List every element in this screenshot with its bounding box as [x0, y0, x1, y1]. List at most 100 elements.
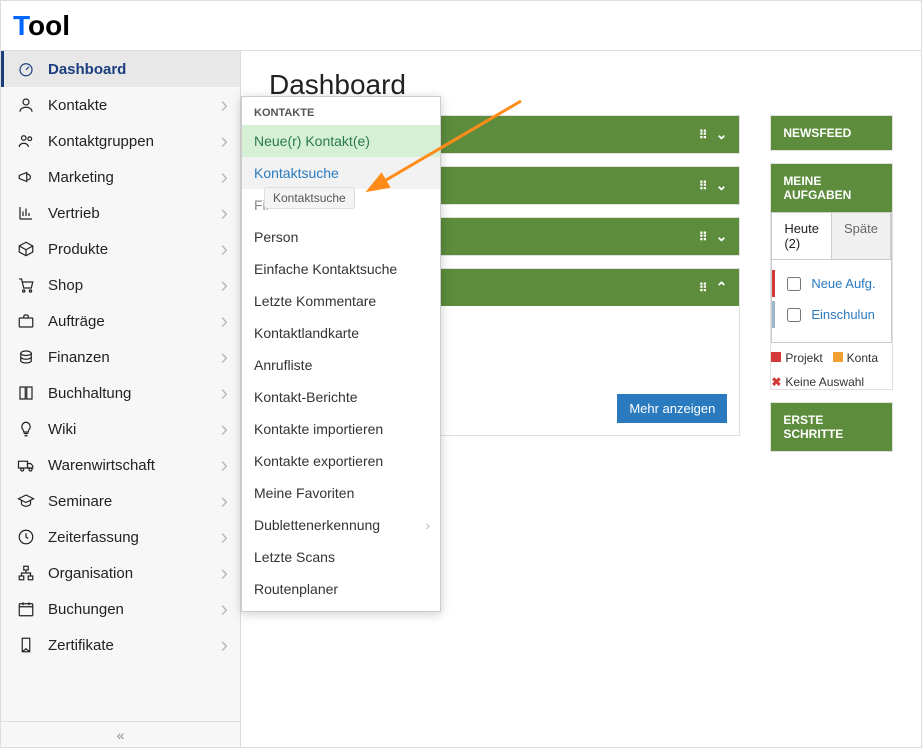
tab-heute[interactable]: Heute (2): [772, 213, 832, 259]
submenu-item[interactable]: Kontakt-Berichte: [242, 381, 440, 413]
sidebar-item-cart[interactable]: Shop›: [1, 267, 240, 303]
drag-handle-icon[interactable]: ⠿: [699, 230, 708, 244]
sidebar-item-dashboard[interactable]: Dashboard: [1, 51, 240, 87]
chevron-right-icon: ›: [221, 128, 228, 154]
chevron-right-icon: ›: [425, 517, 430, 533]
sidebar-item-user[interactable]: Kontakte›: [1, 87, 240, 123]
kontakte-submenu: KONTAKTE Neue(r) Kontakt(e)KontaktsucheF…: [241, 96, 441, 612]
submenu-item[interactable]: Anrufliste: [242, 349, 440, 381]
drag-handle-icon[interactable]: ⠿: [699, 179, 708, 193]
dashboard-icon: [16, 59, 36, 79]
sidebar-items: DashboardKontakte›Kontaktgruppen›Marketi…: [1, 51, 240, 721]
sidebar: DashboardKontakte›Kontaktgruppen›Marketi…: [1, 51, 241, 747]
submenu-item[interactable]: Kontakte exportieren: [242, 445, 440, 477]
submenu-item[interactable]: Letzte Kommentare: [242, 285, 440, 317]
sidebar-item-truck[interactable]: Warenwirtschaft›: [1, 447, 240, 483]
sidebar-item-label: Buchhaltung: [48, 385, 221, 402]
task-link[interactable]: Neue Aufg.: [811, 276, 875, 291]
aufgaben-header[interactable]: MEINE AUFGABEN: [771, 164, 892, 212]
tab-spaeter[interactable]: Späte: [832, 213, 891, 259]
tabs: Heute (2) Späte: [771, 212, 892, 259]
briefcase-icon: [16, 311, 36, 331]
sidebar-item-label: Kontaktgruppen: [48, 133, 221, 150]
sidebar-item-label: Produkte: [48, 241, 221, 258]
task-list: Neue Aufg. Einschulun: [771, 259, 892, 343]
sidebar-item-bulb[interactable]: Wiki›: [1, 411, 240, 447]
submenu-item[interactable]: Meine Favoriten: [242, 477, 440, 509]
bulb-icon: [16, 419, 36, 439]
submenu-item[interactable]: FirKontaktsuche: [242, 189, 440, 221]
task-item[interactable]: Einschulun: [772, 301, 891, 328]
erste-title: ERSTE SCHRITTE: [783, 413, 880, 441]
drag-handle-icon[interactable]: ⠿: [699, 281, 708, 295]
sidebar-item-grad[interactable]: Seminare›: [1, 483, 240, 519]
erste-header[interactable]: ERSTE SCHRITTE: [771, 403, 892, 451]
sidebar-item-label: Marketing: [48, 169, 221, 186]
sidebar-item-briefcase[interactable]: Aufträge›: [1, 303, 240, 339]
sidebar-item-chart[interactable]: Vertrieb›: [1, 195, 240, 231]
drag-handle-icon[interactable]: ⠿: [699, 128, 708, 142]
sidebar-item-diagram[interactable]: Organisation›: [1, 555, 240, 591]
submenu-item[interactable]: Letzte Scans: [242, 541, 440, 573]
aufgaben-panel: MEINE AUFGABEN Heute (2) Späte Neue Aufg…: [770, 163, 893, 390]
submenu-item[interactable]: Dublettenerkennung›: [242, 509, 440, 541]
sidebar-item-clock[interactable]: Zeiterfassung›: [1, 519, 240, 555]
logo: Tool: [13, 10, 70, 42]
coins-icon: [16, 347, 36, 367]
chevron-right-icon: ›: [221, 344, 228, 370]
sidebar-item-ribbon[interactable]: Zertifikate›: [1, 627, 240, 663]
erste-schritte-panel: ERSTE SCHRITTE: [770, 402, 893, 452]
sidebar-item-box[interactable]: Produkte›: [1, 231, 240, 267]
submenu-item[interactable]: Einfache Kontaktsuche: [242, 253, 440, 285]
submenu-item[interactable]: Kontaktsuche: [242, 157, 440, 189]
submenu-title: KONTAKTE: [242, 97, 440, 125]
box-icon: [16, 239, 36, 259]
sidebar-item-megaphone[interactable]: Marketing›: [1, 159, 240, 195]
sidebar-item-label: Zertifikate: [48, 637, 221, 654]
chevron-right-icon: ›: [221, 416, 228, 442]
mehr-anzeigen-button[interactable]: Mehr anzeigen: [617, 394, 727, 423]
logo-t: T: [13, 10, 28, 41]
sidebar-item-book[interactable]: Buchhaltung›: [1, 375, 240, 411]
chevron-right-icon: ›: [221, 272, 228, 298]
user-icon: [16, 95, 36, 115]
chevron-up-icon[interactable]: ⌃: [716, 279, 728, 296]
sidebar-item-label: Wiki: [48, 421, 221, 438]
logo-rest: ool: [28, 10, 70, 41]
chevron-right-icon: ›: [221, 452, 228, 478]
chevron-right-icon: ›: [221, 200, 228, 226]
submenu-item[interactable]: Kontakte importieren: [242, 413, 440, 445]
chevron-right-icon: ›: [221, 380, 228, 406]
sidebar-item-label: Vertrieb: [48, 205, 221, 222]
sidebar-item-calendar[interactable]: Buchungen›: [1, 591, 240, 627]
submenu-item[interactable]: Person: [242, 221, 440, 253]
chevron-down-icon[interactable]: ⌄: [716, 177, 728, 194]
sidebar-item-label: Zeiterfassung: [48, 529, 221, 546]
task-checkbox[interactable]: [787, 308, 801, 322]
clock-icon: [16, 527, 36, 547]
sidebar-item-coins[interactable]: Finanzen›: [1, 339, 240, 375]
submenu-item[interactable]: Kontaktlandkarte: [242, 317, 440, 349]
submenu-item[interactable]: Routenplaner: [242, 573, 440, 605]
submenu-item[interactable]: Neue(r) Kontakt(e): [242, 125, 440, 157]
legend: Projekt Konta ✖Keine Auswahl: [771, 351, 892, 389]
cart-icon: [16, 275, 36, 295]
chevron-right-icon: ›: [221, 632, 228, 658]
sidebar-item-users[interactable]: Kontaktgruppen›: [1, 123, 240, 159]
sidebar-item-label: Dashboard: [48, 61, 228, 78]
sidebar-item-label: Aufträge: [48, 313, 221, 330]
task-link[interactable]: Einschulun: [811, 307, 875, 322]
task-item[interactable]: Neue Aufg.: [772, 270, 891, 297]
grad-icon: [16, 491, 36, 511]
chevron-right-icon: ›: [221, 488, 228, 514]
chevron-down-icon[interactable]: ⌄: [716, 126, 728, 143]
newsfeed-header[interactable]: NEWSFEED: [771, 116, 892, 150]
calendar-icon: [16, 599, 36, 619]
chevron-right-icon: ›: [221, 560, 228, 586]
chevron-down-icon[interactable]: ⌄: [716, 228, 728, 245]
legend-projekt: Projekt: [771, 351, 822, 365]
sidebar-collapse-button[interactable]: «: [1, 721, 240, 747]
task-checkbox[interactable]: [787, 277, 801, 291]
megaphone-icon: [16, 167, 36, 187]
ribbon-icon: [16, 635, 36, 655]
